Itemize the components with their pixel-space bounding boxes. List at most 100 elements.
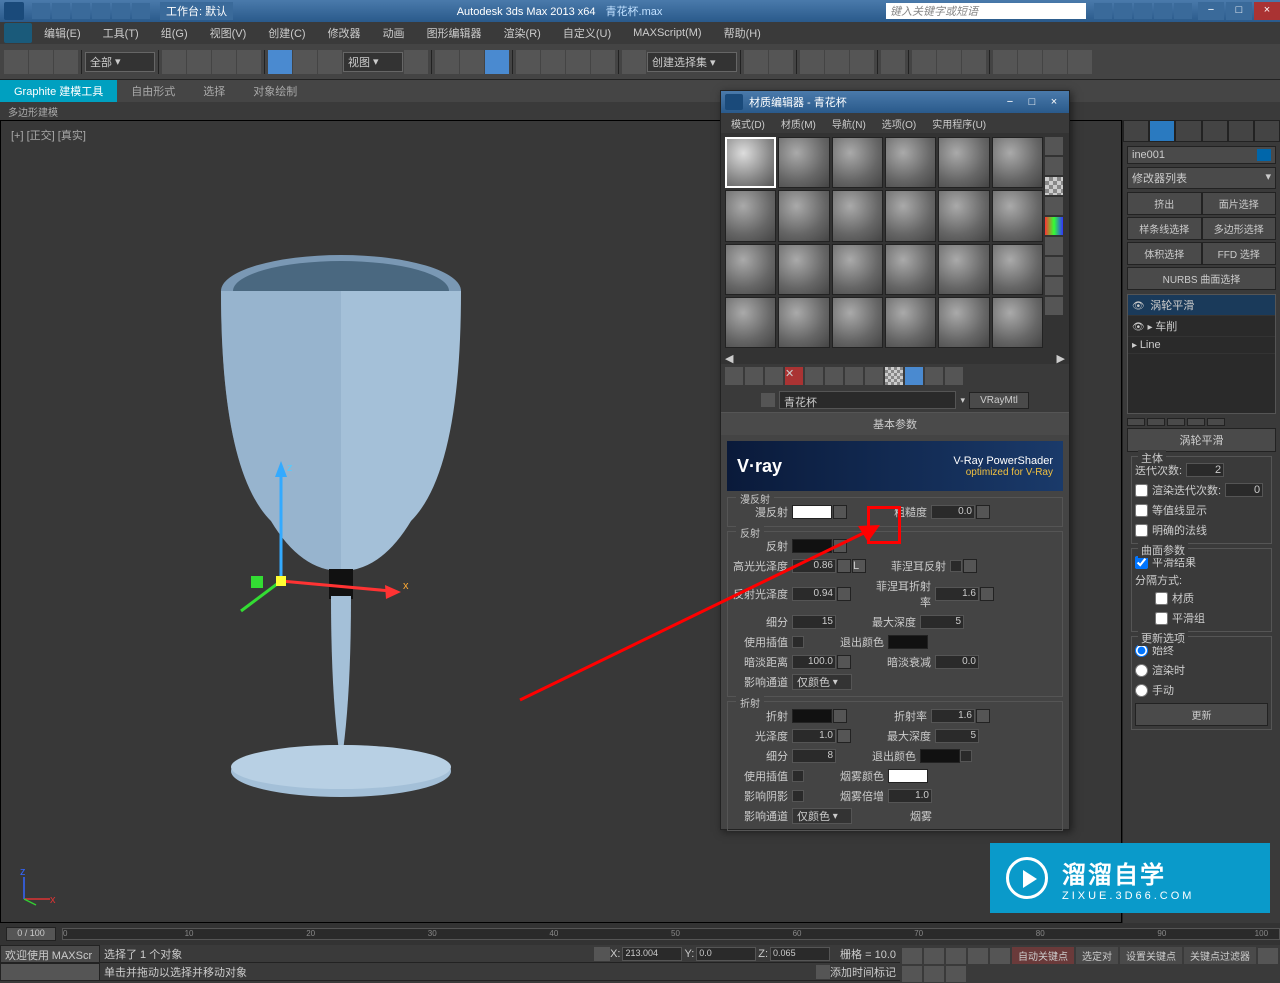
goto-start-icon[interactable] (902, 948, 922, 964)
get-material-icon[interactable] (725, 367, 743, 385)
minimize-button[interactable]: − (1198, 2, 1224, 20)
refl-exit-swatch[interactable] (888, 635, 928, 649)
btn-vol-select[interactable]: 体积选择 (1127, 242, 1202, 265)
spinner-snap-icon[interactable] (591, 50, 615, 74)
show-map-icon[interactable] (885, 367, 903, 385)
next-frame-icon[interactable] (968, 948, 988, 964)
sample-slot[interactable] (992, 244, 1043, 295)
layer-icon[interactable] (800, 50, 824, 74)
rotate-icon[interactable] (293, 50, 317, 74)
sample-slot[interactable] (725, 190, 776, 241)
material-id-icon[interactable] (865, 367, 883, 385)
menu-render[interactable]: 渲染(R) (494, 23, 551, 43)
snap3-icon[interactable] (516, 50, 540, 74)
teapot3-icon[interactable] (1043, 50, 1067, 74)
time-tag-icon[interactable] (816, 965, 830, 979)
sample-slot[interactable] (992, 190, 1043, 241)
reflect-color-swatch[interactable] (792, 539, 832, 553)
menu-anim[interactable]: 动画 (373, 23, 415, 43)
sample-slot[interactable] (885, 190, 936, 241)
material-type-button[interactable]: VRayMtl (969, 392, 1029, 409)
background-icon[interactable] (1045, 177, 1063, 195)
render-iter-check[interactable] (1135, 484, 1148, 497)
sample-slot[interactable] (778, 137, 829, 188)
sample-slot[interactable] (832, 137, 883, 188)
fresnel-ior-map[interactable] (980, 587, 994, 601)
menu-custom[interactable]: 自定义(U) (553, 23, 621, 43)
nav-zoom-icon[interactable] (902, 966, 922, 982)
select-icon[interactable] (162, 50, 186, 74)
coord-x[interactable]: 213.004 (622, 947, 682, 961)
mat-map-nav-icon[interactable] (1045, 297, 1063, 315)
qat-open-icon[interactable] (52, 3, 70, 19)
prev-frame-icon[interactable] (924, 948, 944, 964)
menu-tools[interactable]: 工具(T) (93, 23, 149, 43)
exchange-icon[interactable] (1134, 3, 1152, 19)
time-slider[interactable]: 0 / 100 0102030405060708090100 (0, 923, 1280, 945)
nav-maxtoggle-icon[interactable] (946, 966, 966, 982)
roughness-spinner[interactable]: 0.0 (931, 505, 975, 519)
unlink-icon[interactable] (29, 50, 53, 74)
window-crossing-icon[interactable] (237, 50, 261, 74)
render-frame-icon[interactable] (937, 50, 961, 74)
affect-shadow-check[interactable] (792, 790, 804, 802)
fresnel-ior-spinner[interactable]: 1.6 (935, 587, 979, 601)
reset-map-icon[interactable]: ✕ (785, 367, 803, 385)
move-icon[interactable] (268, 50, 292, 74)
mat-menu-nav[interactable]: 导航(N) (826, 115, 872, 131)
object-name-field[interactable]: ine001 (1127, 146, 1276, 164)
infocenter-icon[interactable] (1094, 3, 1112, 19)
nav-orbit-icon[interactable] (924, 966, 944, 982)
rollout-basic-params[interactable]: 基本参数 (721, 412, 1069, 435)
btn-face-select[interactable]: 面片选择 (1202, 192, 1277, 215)
refl-affect-combo[interactable]: 仅颜色 ▾ (792, 674, 852, 690)
sample-slot[interactable] (885, 137, 936, 188)
menu-view[interactable]: 视图(V) (200, 23, 257, 43)
put-to-lib-icon[interactable] (845, 367, 863, 385)
sample-slot[interactable] (778, 297, 829, 348)
ribbon-tab-selection[interactable]: 选择 (189, 80, 239, 102)
refr-gloss-map[interactable] (837, 729, 851, 743)
render-setup-icon[interactable] (912, 50, 936, 74)
menu-create[interactable]: 创建(C) (258, 23, 315, 43)
rollout-turbosmooth-header[interactable]: 涡轮平滑 (1127, 428, 1276, 452)
btn-extrude[interactable]: 挤出 (1127, 192, 1202, 215)
add-time-tag[interactable]: 添加时间标记 (830, 964, 896, 980)
scene-geometry[interactable]: z x (181, 191, 501, 841)
menu-group[interactable]: 组(G) (151, 23, 198, 43)
modifier-list-dropdown[interactable]: 修改器列表▾ (1127, 167, 1276, 189)
refl-subdiv-spinner[interactable]: 15 (792, 615, 836, 629)
pin-stack-icon[interactable] (1127, 418, 1145, 426)
sample-slot[interactable] (992, 297, 1043, 348)
refract-map[interactable] (833, 709, 847, 723)
explicit-normal-check[interactable] (1135, 524, 1148, 537)
btn-spline-select[interactable]: 样条线选择 (1127, 217, 1202, 240)
select-region-icon[interactable] (212, 50, 236, 74)
qat-new-icon[interactable] (32, 3, 50, 19)
refr-maxdepth-spinner[interactable]: 5 (935, 729, 979, 743)
keyfilter-button[interactable]: 关键点过滤器 (1184, 947, 1256, 964)
material-editor-icon[interactable] (881, 50, 905, 74)
fresnel-lbtn[interactable] (963, 559, 977, 573)
refr-exit-chk[interactable] (960, 750, 972, 762)
favorites-icon[interactable] (1154, 3, 1172, 19)
menu-modifier[interactable]: 修改器 (318, 23, 371, 43)
menu-edit[interactable]: 编辑(E) (34, 23, 91, 43)
diffuse-map-button[interactable] (833, 505, 847, 519)
sample-slot[interactable] (938, 297, 989, 348)
configure-icon[interactable] (1207, 418, 1225, 426)
snap-icon[interactable] (485, 50, 509, 74)
menu-help[interactable]: 帮助(H) (714, 23, 771, 43)
update-render-radio[interactable] (1135, 664, 1148, 677)
ref-coord[interactable]: 视图 ▾ (343, 52, 403, 72)
sample-slot[interactable] (725, 297, 776, 348)
lock-button[interactable]: L (852, 559, 866, 573)
refl-gloss-spinner[interactable]: 0.94 (792, 587, 836, 601)
unique-icon[interactable] (1167, 418, 1185, 426)
roughness-map-button[interactable] (976, 505, 990, 519)
teapot1-icon[interactable] (993, 50, 1017, 74)
teapot2-icon[interactable] (1018, 50, 1042, 74)
fog-mult-spinner[interactable]: 1.0 (888, 789, 932, 803)
hilight-gloss-spinner[interactable]: 0.86 (792, 559, 836, 573)
script-listener[interactable] (0, 963, 100, 981)
